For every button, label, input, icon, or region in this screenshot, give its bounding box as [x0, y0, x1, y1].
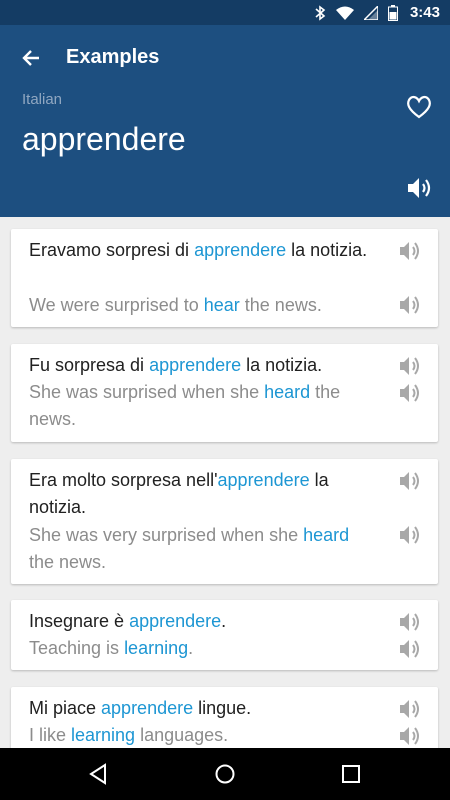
source-text: lingue. [193, 698, 252, 718]
source-text: Mi piace [29, 698, 102, 718]
example-translation: She was very surprised when she heard th… [29, 522, 379, 576]
example-source: Fu sorpresa di apprendere la notizia. [29, 352, 379, 379]
square-recents-icon[interactable] [339, 762, 363, 786]
example-source: Mi piace apprendere lingue. [29, 695, 379, 722]
source-text: Era molto sorpresa nell' [29, 470, 218, 490]
translation-keyword: hear [203, 295, 240, 315]
translation-text: She was very surprised when she [29, 525, 304, 545]
back-button[interactable] [14, 43, 48, 73]
battery-icon [387, 4, 398, 21]
speaker-icon[interactable] [398, 724, 422, 748]
speaker-icon[interactable] [398, 523, 422, 547]
speaker-icon [408, 178, 431, 198]
example-translation: We were surprised to hear the news. [29, 292, 379, 319]
speaker-icon[interactable] [398, 293, 422, 317]
triangle-back-icon[interactable] [86, 762, 110, 786]
speaker-icon[interactable] [398, 637, 422, 661]
example-card: Mi piace apprendere lingue. I like learn… [11, 687, 438, 748]
examples-list[interactable]: Eravamo sorpresi di apprendere la notizi… [0, 217, 450, 748]
source-keyword: apprendere [129, 611, 222, 631]
speaker-icon[interactable] [398, 239, 422, 263]
speaker-icon[interactable] [398, 469, 422, 493]
favorite-button[interactable] [406, 95, 434, 121]
circle-home-icon[interactable] [213, 762, 237, 786]
example-source: Era molto sorpresa nell'apprendere la no… [29, 467, 379, 521]
system-nav-bar [0, 748, 450, 800]
source-keyword: apprendere [101, 698, 194, 718]
example-translation: I like learning languages. [29, 722, 379, 748]
source-keyword: apprendere [149, 355, 242, 375]
language-label: Italian [22, 91, 63, 108]
speaker-icon[interactable] [398, 381, 422, 405]
example-card: Fu sorpresa di apprendere la notizia. Sh… [11, 344, 438, 442]
status-time: 3:43 [409, 4, 440, 21]
example-translation: Teaching is learning. [29, 635, 379, 662]
wifi-icon [335, 6, 354, 20]
example-card: Eravamo sorpresi di apprendere la notizi… [11, 229, 438, 327]
bluetooth-icon [315, 4, 326, 21]
translation-text: the news. [239, 295, 322, 315]
speaker-icon[interactable] [398, 610, 422, 634]
heart-outline-icon [407, 95, 431, 119]
example-source: Insegnare è apprendere. [29, 608, 379, 635]
translation-text: I like [29, 725, 72, 745]
source-text: la notizia. [241, 355, 323, 375]
example-source: Eravamo sorpresi di apprendere la notizi… [29, 237, 379, 264]
source-keyword: apprendere [217, 470, 310, 490]
source-text: Eravamo sorpresi di [29, 240, 195, 260]
source-text: . [221, 611, 227, 631]
source-keyword: apprendere [194, 240, 287, 260]
example-card: Insegnare è apprendere. Teaching is lear… [11, 600, 438, 670]
source-text: Fu sorpresa di [29, 355, 150, 375]
translation-text: We were surprised to [29, 295, 204, 315]
translation-text: languages. [135, 725, 229, 745]
translation-keyword: learning [124, 638, 189, 658]
page-title: Examples [66, 46, 160, 68]
translation-keyword: heard [264, 382, 311, 402]
source-text: la notizia. [286, 240, 368, 260]
example-card: Era molto sorpresa nell'apprendere la no… [11, 459, 438, 584]
translation-text: . [188, 638, 194, 658]
translation-text: She was surprised when she [29, 382, 265, 402]
speaker-icon[interactable] [398, 354, 422, 378]
translation-keyword: learning [71, 725, 136, 745]
status-bar: 3:43 [0, 0, 450, 25]
speaker-icon[interactable] [398, 697, 422, 721]
app-header: Examples Italian apprendere [0, 25, 450, 217]
word-title: apprendere [22, 121, 186, 157]
translation-keyword: heard [303, 525, 350, 545]
example-translation: She was surprised when she heard the new… [29, 379, 379, 433]
cell-signal-icon [363, 5, 378, 20]
word-audio-button[interactable] [406, 176, 434, 202]
translation-text: Teaching is [29, 638, 125, 658]
translation-text: the news. [29, 552, 107, 572]
source-text: Insegnare è [29, 611, 130, 631]
arrow-back-icon [22, 50, 39, 66]
